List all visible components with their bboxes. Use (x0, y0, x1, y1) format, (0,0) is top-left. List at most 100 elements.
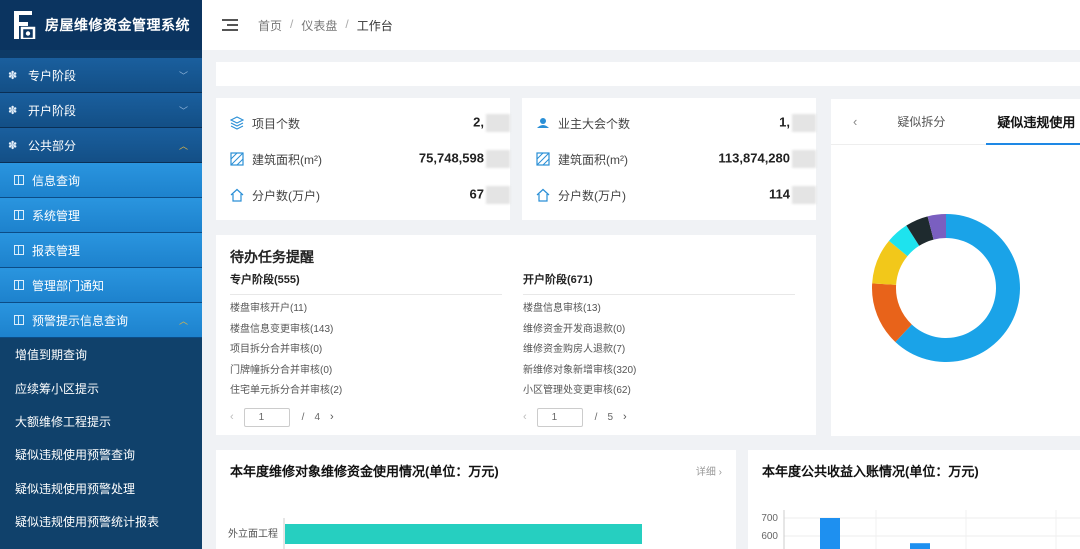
stat-value: 113,874,280 (718, 150, 816, 168)
task-item[interactable]: 维修资金购房人退款(7) (523, 340, 795, 361)
task-item[interactable]: 楼盘信息变更审核(143) (230, 320, 502, 341)
prev-page-icon[interactable]: ‹ (523, 411, 527, 423)
group-icon (537, 118, 549, 128)
chevron-down-icon: ﹀ (178, 105, 188, 116)
area-icon (230, 152, 244, 166)
sidebar-leaf-item[interactable]: 疑似违规使用预警查询 (0, 438, 202, 471)
sidebar-item-kaihu[interactable]: ✽ 开户阶段 ﹀ (0, 93, 202, 128)
task-item[interactable]: 小区管理处变更审核(62) (523, 381, 795, 402)
bar-0[interactable] (285, 524, 642, 544)
stats-card-right: 业主大会个数 1, 建筑面积(m²) 113,874,280 分户数(万户) 1… (522, 98, 816, 220)
sidebar-subitem-warnings[interactable]: 预警提示信息查询 ︿ (0, 303, 202, 338)
sidebar-item-zhuanhu[interactable]: ✽ 专户阶段 ﹀ (0, 58, 202, 93)
page-input[interactable]: 1 (243, 407, 290, 427)
sidebar-subitem-info-query[interactable]: 信息查询 (0, 163, 202, 198)
public-income-chart-card: 本年度公共收益入账情况(单位：万元) 700 600 (748, 450, 1080, 549)
panel-icon (14, 280, 24, 290)
panel-icon (14, 175, 24, 185)
stat-label: 分户数(万户) (558, 188, 626, 203)
bar-0[interactable] (820, 518, 840, 549)
page-input[interactable]: 1 (536, 407, 583, 427)
task-item[interactable]: 维修资金开发商退款(0) (523, 320, 795, 341)
gear-icon: ✽ (8, 139, 18, 152)
menu-toggle-icon[interactable] (222, 19, 238, 31)
tab-active-underline (986, 143, 1080, 145)
app-title: 房屋维修资金管理系统 (45, 17, 190, 33)
layers-icon (230, 116, 244, 130)
tab-suspected-split[interactable]: 疑似拆分 (897, 113, 945, 130)
bar-1[interactable] (910, 543, 930, 549)
sidebar-subitem-system[interactable]: 系统管理 (0, 198, 202, 233)
task-column-zhuanhu: 专户阶段(555) 楼盘审核开户(11) 楼盘信息变更审核(143) 项目拆分合… (230, 271, 502, 427)
sidebar-item-gonggong[interactable]: ✽ 公共部分 ︿ (0, 128, 202, 163)
sidebar-item-label: 公共部分 (28, 138, 77, 153)
stat-label: 建筑面积(m²) (252, 152, 322, 167)
home-icon (536, 188, 550, 202)
chart-tabs: ‹ 疑似拆分 疑似违规使用 (831, 99, 1080, 145)
panel-icon (14, 210, 24, 220)
task-item[interactable]: 新维修对象新增审核(320) (523, 361, 795, 382)
sidebar-leaf-item[interactable]: 疑似违规使用预警处理 (0, 472, 202, 505)
sidebar-item-label: 管理部门通知 (32, 278, 105, 293)
task-card: 待办任务提醒 专户阶段(555) 楼盘审核开户(11) 楼盘信息变更审核(143… (216, 235, 816, 435)
task-column-head: 开户阶段(671) (523, 271, 795, 295)
page-total: 5 (607, 411, 614, 423)
breadcrumb-dashboard[interactable]: 仪表盘 (301, 17, 337, 34)
app-logo-bar: 房屋维修资金管理系统 (0, 0, 202, 50)
home-icon (230, 188, 244, 202)
y-tick-label: 700 (761, 513, 778, 524)
stat-label: 业主大会个数 (558, 116, 631, 131)
next-page-icon[interactable]: › (330, 411, 334, 423)
sidebar-leaf-item[interactable]: 疑似违规使用预警统计报表 (0, 505, 202, 538)
stat-value: 1, (779, 114, 816, 132)
task-item[interactable]: 项目拆分合并审核(0) (230, 340, 502, 361)
tag-strip (216, 62, 1080, 86)
sidebar: 房屋维修资金管理系统 ✽ 专户阶段 ﹀ ✽ 开户阶段 ﹀ ✽ 公共部分 ︿ 信息… (0, 0, 202, 549)
app-logo-icon (14, 11, 36, 41)
area-icon (536, 152, 550, 166)
stat-value: 67 (470, 186, 510, 204)
stats-card-left: 项目个数 2, 建筑面积(m²) 75,748,598 分户数(万户) 67 (216, 98, 510, 220)
sidebar-subitem-notices[interactable]: 管理部门通知 (0, 268, 202, 303)
topbar: 首页 / 仪表盘 / 工作台 (202, 0, 1080, 50)
chevron-up-icon: ︿ (178, 140, 188, 151)
sidebar-item-label: 开户阶段 (28, 103, 77, 118)
y-tick-label: 600 (761, 531, 778, 542)
task-item[interactable]: 楼盘审核开户(11) (230, 299, 502, 320)
stat-building-area: 建筑面积(m²) 113,874,280 (522, 141, 816, 177)
gear-icon: ✽ (8, 104, 18, 117)
chevron-up-icon: ︿ (178, 315, 188, 326)
prev-page-icon[interactable]: ‹ (230, 411, 234, 423)
task-item[interactable]: 住宅单元拆分合并审核(2) (230, 381, 502, 402)
sidebar-subitem-reports[interactable]: 报表管理 (0, 233, 202, 268)
pagination: ‹ 1 / 5 › (523, 407, 795, 427)
sidebar-leaf-item[interactable]: 应续筹小区提示 (0, 371, 202, 404)
stat-households: 分户数(万户) 114 (522, 177, 816, 213)
task-item[interactable]: 门牌幢拆分合并审核(0) (230, 361, 502, 382)
tab-suspected-violation[interactable]: 疑似违规使用 (997, 112, 1075, 131)
next-page-icon[interactable]: › (623, 411, 627, 423)
stat-project-count: 项目个数 2, (216, 105, 510, 141)
page-separator: / (301, 411, 305, 423)
task-column-kaihu: 开户阶段(671) 楼盘信息审核(13) 维修资金开发商退款(0) 维修资金购房… (523, 271, 795, 427)
breadcrumb: 首页 / 仪表盘 / 工作台 (258, 16, 393, 34)
stat-households: 分户数(万户) 67 (216, 177, 510, 213)
stat-value: 2, (473, 114, 510, 132)
stat-label: 建筑面积(m²) (558, 152, 628, 167)
sidebar-leaf-item[interactable]: 大额维修工程提示 (0, 405, 202, 438)
stat-label: 项目个数 (252, 116, 301, 131)
warning-chart-card: ‹ 疑似拆分 疑似违规使用 (831, 99, 1080, 436)
chevron-down-icon: ﹀ (178, 70, 188, 81)
sidebar-item-label: 系统管理 (32, 208, 81, 223)
pagination: ‹ 1 / 4 › (230, 407, 502, 427)
hbar-chart: 外立面工程 (228, 518, 642, 549)
sidebar-item-label: 预警提示信息查询 (32, 313, 129, 328)
tab-prev-icon[interactable]: ‹ (853, 114, 857, 129)
task-item[interactable]: 楼盘信息审核(13) (523, 299, 795, 320)
donut-chart (872, 214, 1020, 362)
category-label: 外立面工程 (228, 527, 278, 540)
page-total: 4 (314, 411, 321, 423)
breadcrumb-home[interactable]: 首页 (258, 17, 282, 34)
task-column-head: 专户阶段(555) (230, 271, 502, 295)
sidebar-leaf-item[interactable]: 增值到期查询 (0, 338, 202, 371)
